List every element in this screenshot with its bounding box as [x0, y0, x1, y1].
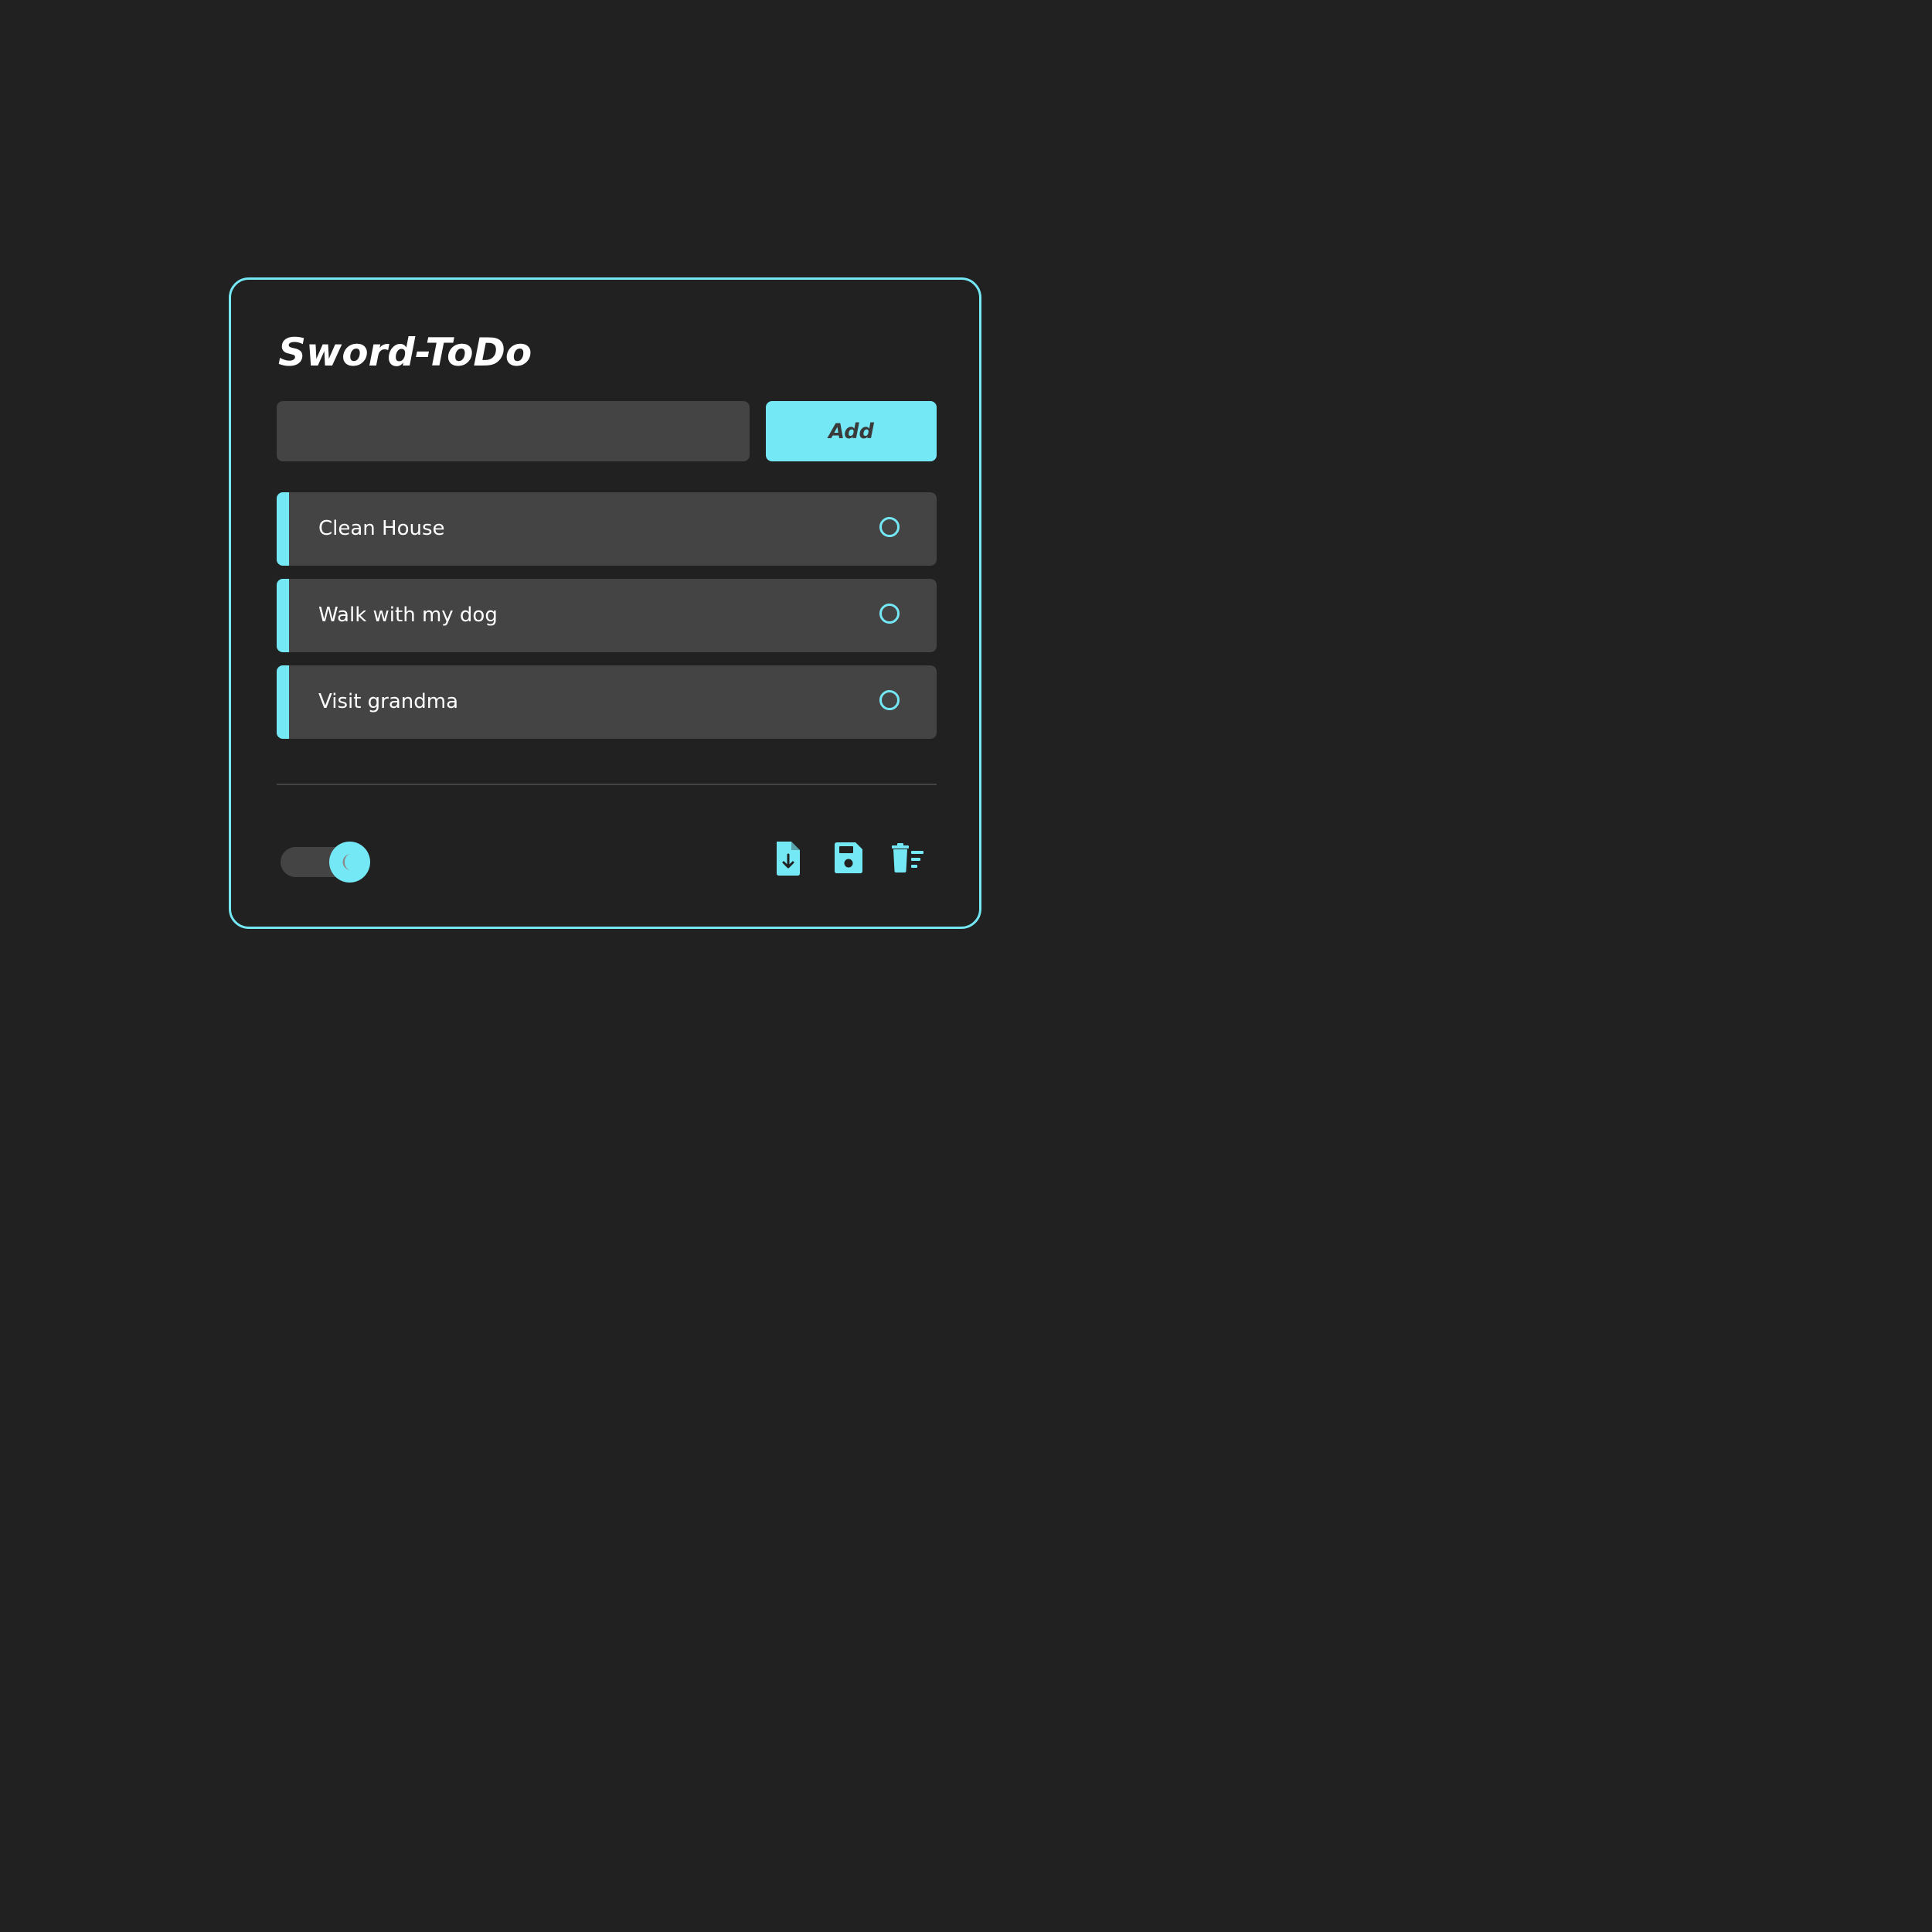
theme-toggle[interactable] [281, 842, 372, 883]
add-button[interactable]: Add [766, 401, 937, 461]
todo-item: Clean House [277, 492, 937, 566]
complete-checkbox-icon[interactable] [879, 604, 900, 624]
app-title: Sword-ToDo [278, 330, 532, 375]
todo-list: Clean House Walk with my dog Visit grand… [277, 492, 937, 752]
divider [277, 784, 937, 785]
floppy-disk-icon [835, 842, 862, 873]
todo-item: Walk with my dog [277, 579, 937, 652]
toggle-knob [329, 842, 370, 883]
download-file-button[interactable] [770, 840, 808, 877]
todo-accent-bar [277, 665, 289, 739]
todo-text: Visit grandma [318, 690, 459, 713]
todo-text: Clean House [318, 517, 445, 540]
todo-accent-bar [277, 579, 289, 652]
save-button[interactable] [830, 840, 867, 877]
todo-item: Visit grandma [277, 665, 937, 739]
trash-list-icon [892, 843, 923, 872]
complete-checkbox-icon[interactable] [879, 690, 900, 710]
todo-text: Walk with my dog [318, 604, 498, 627]
task-input[interactable] [277, 401, 750, 461]
clear-all-button[interactable] [889, 840, 926, 877]
moon-icon [342, 854, 351, 870]
complete-checkbox-icon[interactable] [879, 517, 900, 537]
todo-accent-bar [277, 492, 289, 566]
file-download-icon [777, 842, 800, 876]
